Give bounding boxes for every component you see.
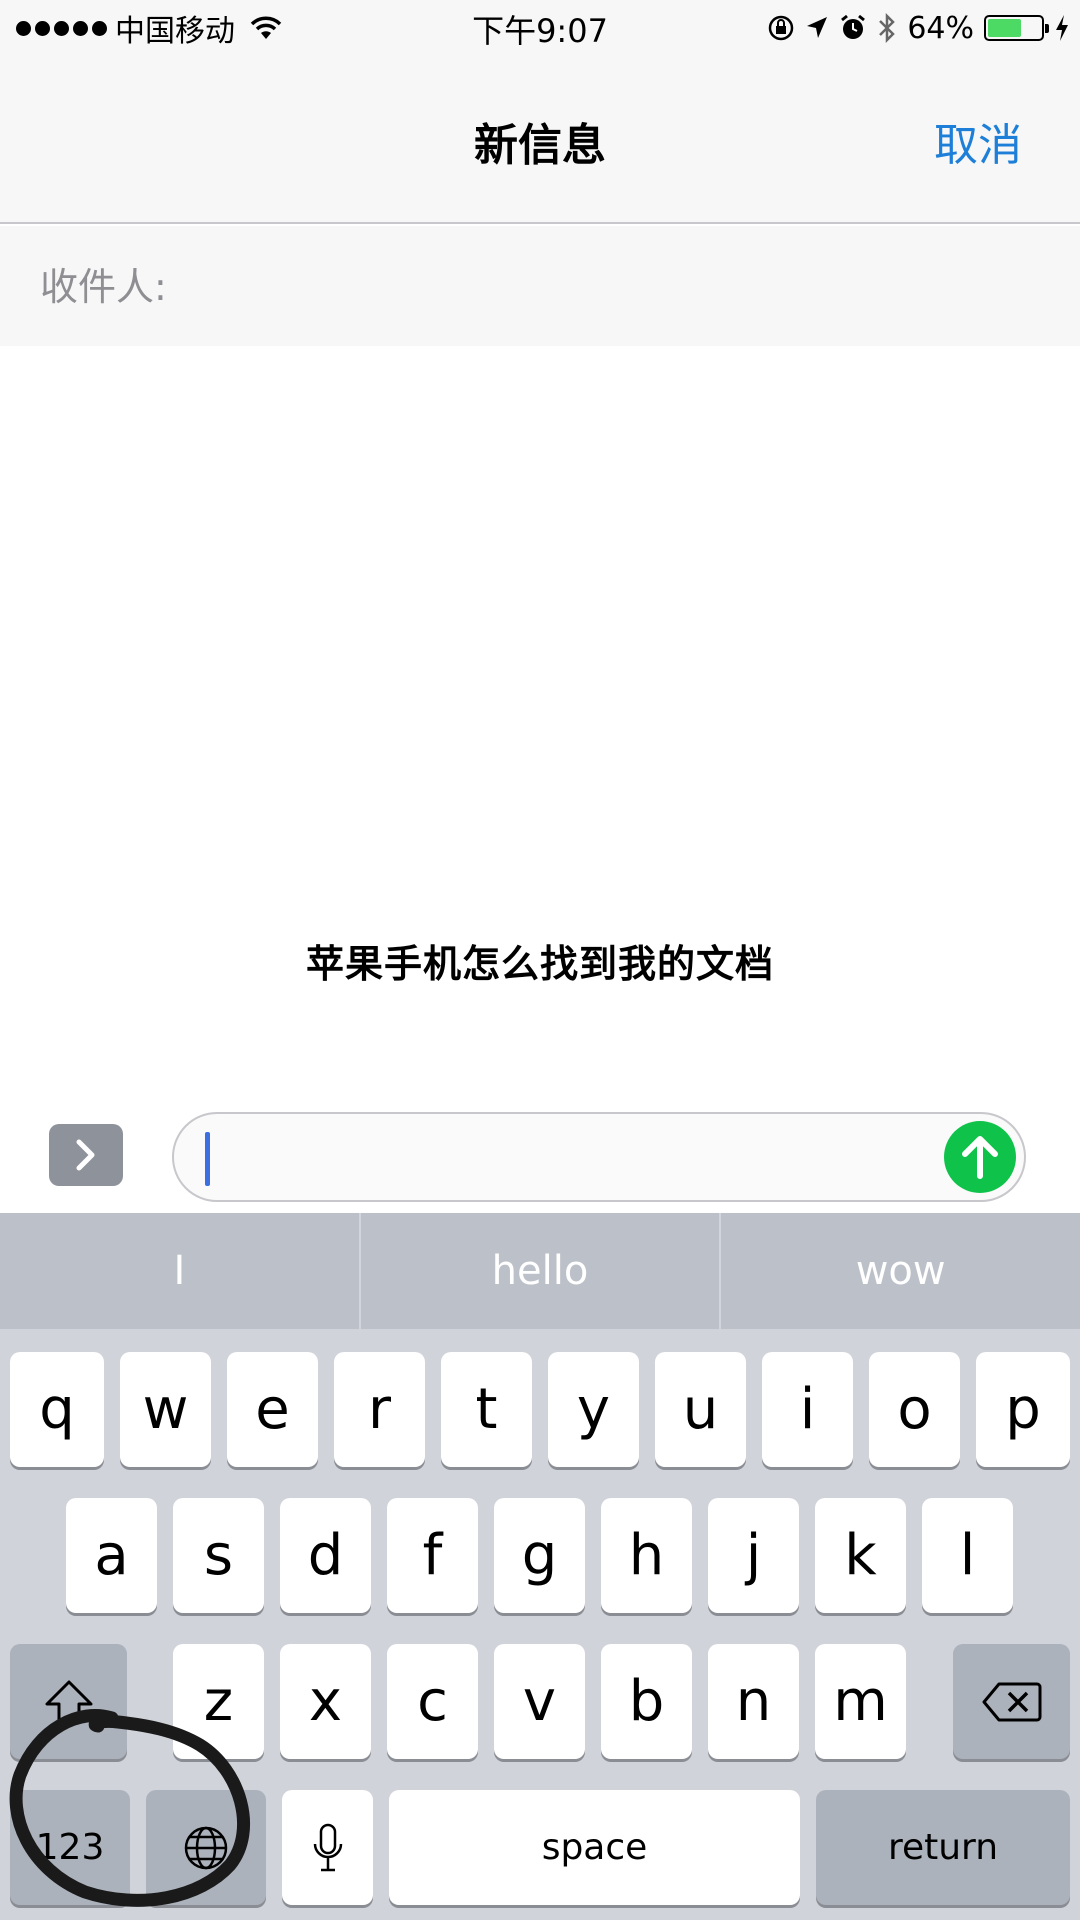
key-letter[interactable]: o xyxy=(869,1352,960,1467)
status-bar: 中国移动 下午9:07 64% xyxy=(0,0,1080,54)
prediction-item[interactable]: hello xyxy=(361,1213,722,1329)
return-key[interactable]: return xyxy=(816,1790,1070,1905)
chevron-right-icon xyxy=(76,1139,95,1171)
key-letter[interactable]: p xyxy=(976,1352,1070,1467)
key-letter[interactable]: q xyxy=(10,1352,104,1467)
prediction-item[interactable]: wow xyxy=(721,1213,1080,1329)
overlay-caption: 苹果手机怎么找到我的文档 xyxy=(305,942,774,986)
key-letter[interactable]: l xyxy=(922,1498,1013,1613)
key-letter[interactable]: g xyxy=(494,1498,585,1613)
cancel-button[interactable]: 取消 xyxy=(934,109,1022,173)
key-letter[interactable]: w xyxy=(120,1352,211,1467)
recipient-field[interactable]: 收件人: xyxy=(0,226,1080,346)
predictive-bar: I hello wow xyxy=(0,1213,1080,1329)
orientation-lock-icon xyxy=(769,15,794,41)
key-letter[interactable]: b xyxy=(601,1644,692,1759)
key-letter[interactable]: f xyxy=(387,1498,478,1613)
delete-key[interactable] xyxy=(953,1644,1070,1759)
backspace-icon xyxy=(982,1682,1041,1721)
key-letter[interactable]: i xyxy=(762,1352,853,1467)
expand-apps-button[interactable] xyxy=(49,1124,123,1186)
key-letter[interactable]: y xyxy=(548,1352,639,1467)
key-letter[interactable]: r xyxy=(334,1352,425,1467)
key-letter[interactable]: s xyxy=(173,1498,264,1613)
numbers-key[interactable]: 123 xyxy=(10,1790,130,1905)
charging-icon xyxy=(1056,15,1068,41)
dictation-key[interactable] xyxy=(282,1790,373,1905)
shift-key[interactable] xyxy=(10,1644,127,1759)
key-letter[interactable]: k xyxy=(815,1498,906,1613)
battery-icon xyxy=(984,15,1049,41)
key-letter[interactable]: a xyxy=(66,1498,157,1613)
page-title: 新信息 xyxy=(474,120,606,171)
key-letter[interactable]: n xyxy=(708,1644,799,1759)
globe-key[interactable] xyxy=(146,1790,266,1905)
key-letter[interactable]: u xyxy=(655,1352,746,1467)
keyboard: I hello wow q w e r t y u i o p a s d f … xyxy=(0,1213,1080,1920)
prediction-item[interactable]: I xyxy=(0,1213,361,1329)
shift-icon xyxy=(45,1680,92,1723)
microphone-icon xyxy=(313,1823,342,1871)
key-letter[interactable]: e xyxy=(227,1352,318,1467)
text-cursor xyxy=(205,1132,210,1186)
space-key[interactable]: space xyxy=(389,1790,800,1905)
globe-icon xyxy=(184,1826,228,1869)
key-letter[interactable]: x xyxy=(280,1644,371,1759)
key-letter[interactable]: z xyxy=(173,1644,264,1759)
send-button[interactable] xyxy=(944,1121,1016,1193)
battery-percent: 64% xyxy=(907,10,974,46)
nav-bar: 新信息 取消 xyxy=(0,54,1080,224)
arrow-up-icon xyxy=(962,1136,998,1179)
alarm-icon xyxy=(841,14,866,39)
key-letter[interactable]: t xyxy=(441,1352,532,1467)
key-letter[interactable]: h xyxy=(601,1498,692,1613)
key-letter[interactable]: v xyxy=(494,1644,585,1759)
key-letter[interactable]: j xyxy=(708,1498,799,1613)
bluetooth-icon xyxy=(879,13,896,43)
location-arrow-icon xyxy=(807,17,828,38)
key-letter[interactable]: m xyxy=(815,1644,906,1759)
key-letter[interactable]: c xyxy=(387,1644,478,1759)
status-right: 64% xyxy=(767,8,1070,48)
recipient-label: 收件人: xyxy=(40,265,167,309)
message-input[interactable] xyxy=(172,1112,1026,1202)
key-letter[interactable]: d xyxy=(280,1498,371,1613)
